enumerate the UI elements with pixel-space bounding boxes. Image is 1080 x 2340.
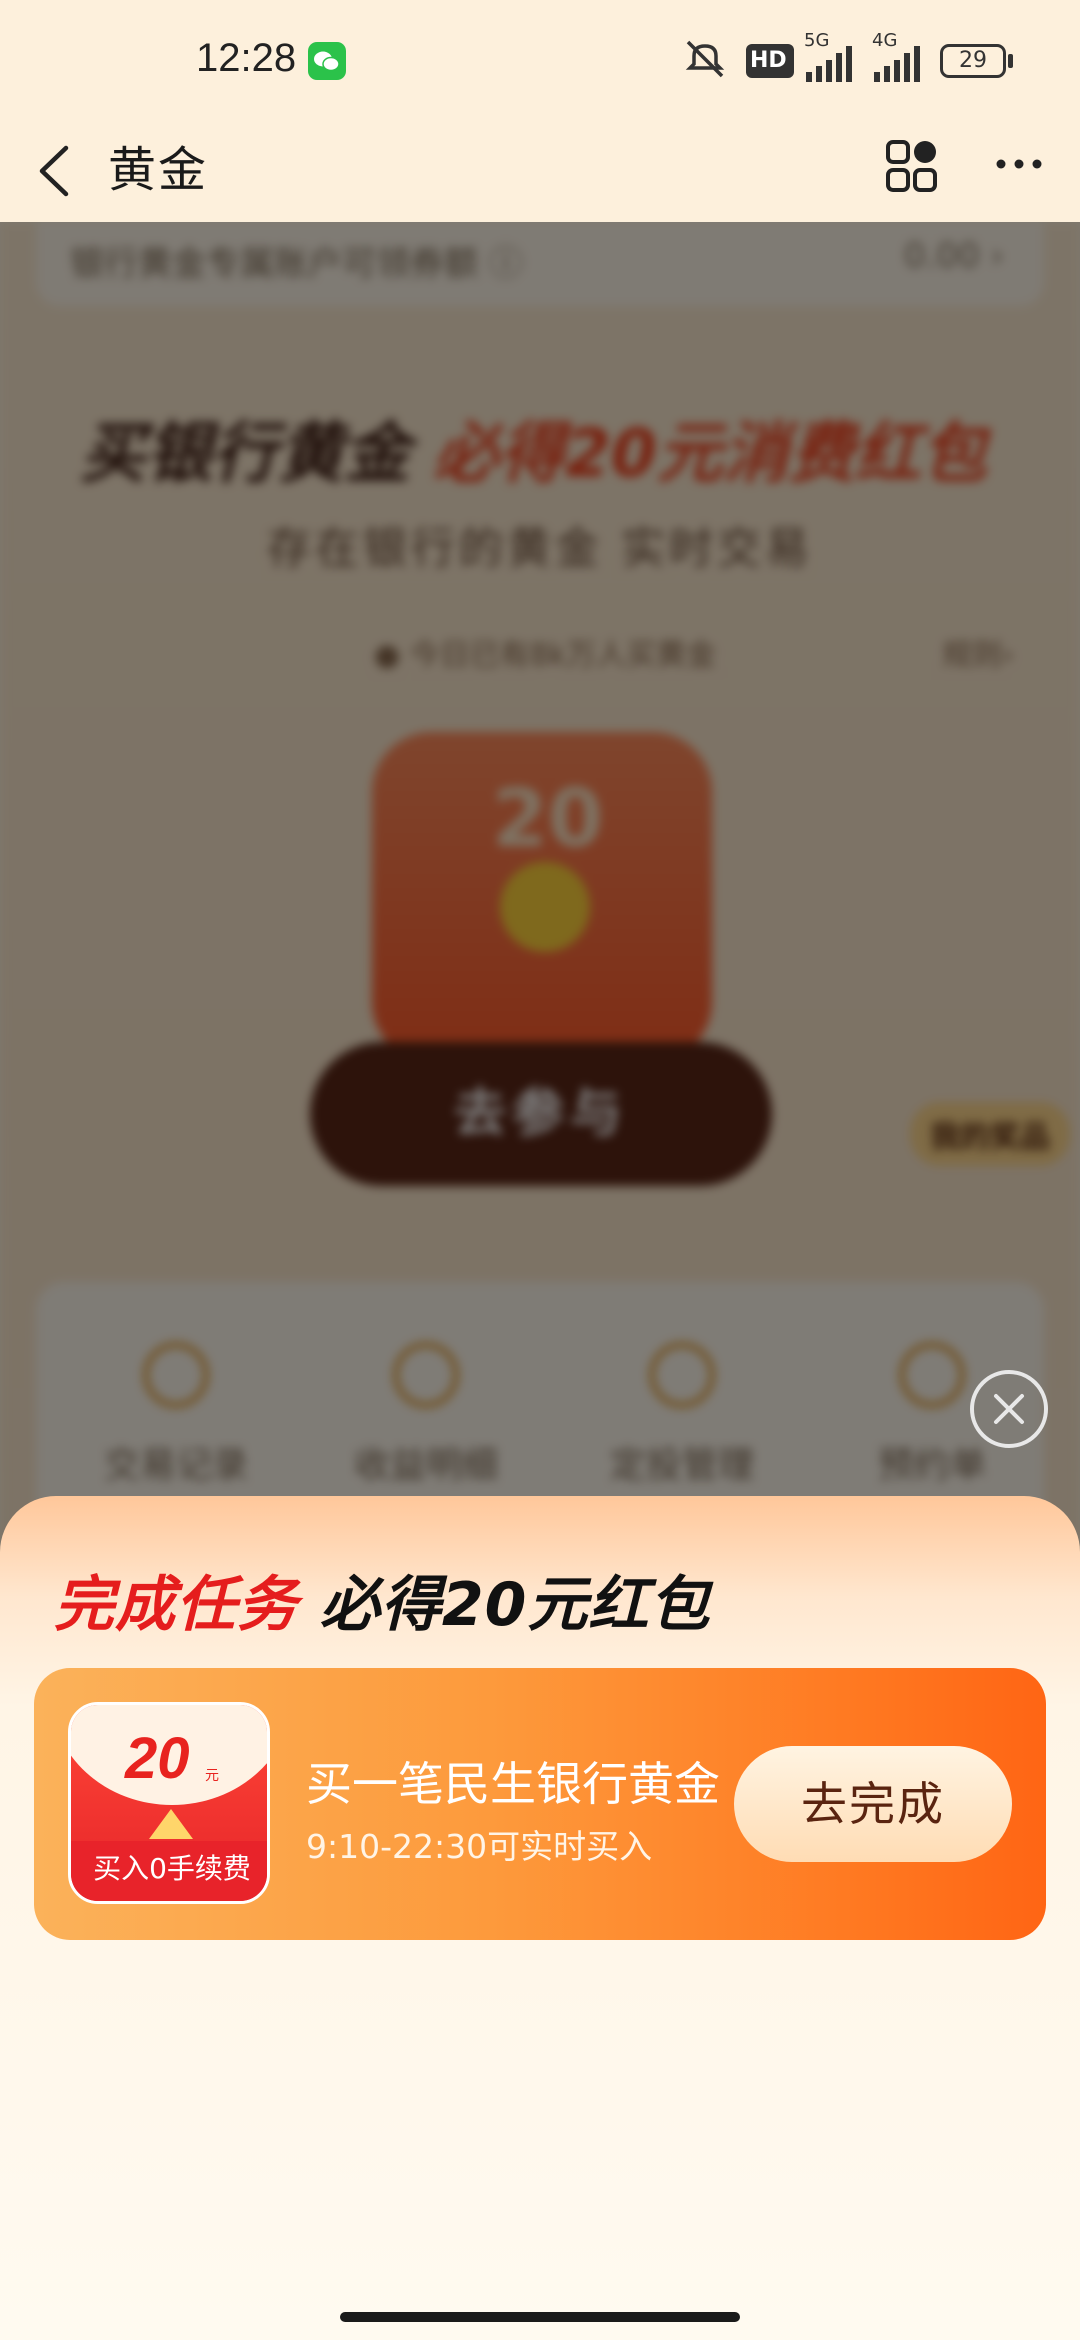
thumb-amount: 20: [125, 1726, 190, 1791]
battery-tip: [1008, 54, 1013, 68]
status-time: 12:28: [196, 36, 297, 80]
signal-4g-icon: [874, 46, 920, 82]
app-header: 黄金: [0, 120, 1080, 222]
thumb-badge: 买入0手续费: [71, 1841, 267, 1901]
task-title: 买一笔民生银行黄金: [306, 1757, 720, 1811]
thumb-unit: 元: [205, 1768, 219, 1784]
more-options-button[interactable]: [984, 128, 1054, 214]
task-card[interactable]: 20 元 买入0手续费 买一笔民生银行黄金 9:10-22:30可实时买入 去完…: [34, 1668, 1046, 1940]
grid-icon: [886, 140, 937, 192]
hd-icon: HD: [746, 44, 794, 78]
status-bar: 12:28 HD 5G 4G 29: [0, 0, 1080, 120]
star-icon: [149, 1809, 193, 1839]
mute-icon: [685, 40, 725, 78]
sheet-title: 完成任务 必得20元红包: [54, 1556, 710, 1643]
close-icon: [994, 1394, 1024, 1424]
close-button[interactable]: [970, 1370, 1048, 1448]
complete-task-button[interactable]: 去完成: [734, 1746, 1012, 1862]
back-arrow-icon: [39, 145, 69, 197]
red-packet-thumbnail: 20 元 买入0手续费: [68, 1702, 270, 1904]
battery-level: 29: [959, 48, 987, 73]
sheet-title-highlight: 完成任务: [54, 1570, 298, 1640]
sheet-title-rest: 必得20元红包: [298, 1570, 711, 1640]
mini-program-grid-button[interactable]: [878, 128, 948, 214]
task-bottom-sheet: 完成任务 必得20元红包 20 元 买入0手续费 买一笔民生银行黄金 9:10-…: [0, 1496, 1080, 2340]
back-button[interactable]: [28, 128, 98, 214]
battery-icon: 29: [940, 44, 1006, 78]
wechat-notification-icon: [308, 42, 346, 80]
signal-5g-icon: [806, 46, 852, 82]
hd-label: HD: [750, 48, 787, 73]
page-title: 黄金: [108, 142, 209, 198]
task-subtitle: 9:10-22:30可实时买入: [306, 1827, 653, 1866]
more-dots-icon: [996, 159, 1042, 169]
home-indicator[interactable]: [340, 2312, 740, 2322]
